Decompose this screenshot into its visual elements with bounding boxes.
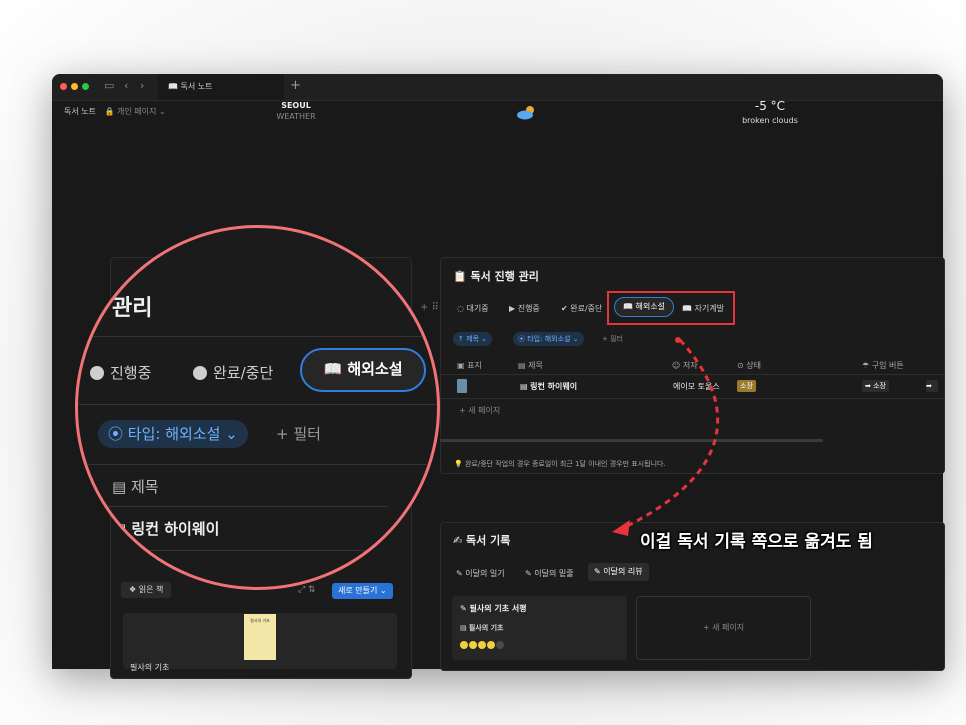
annotation-arrow bbox=[612, 337, 720, 536]
annotation-text: 이걸 독서 기록 쪽으로 옮겨도 됨 bbox=[640, 532, 873, 552]
